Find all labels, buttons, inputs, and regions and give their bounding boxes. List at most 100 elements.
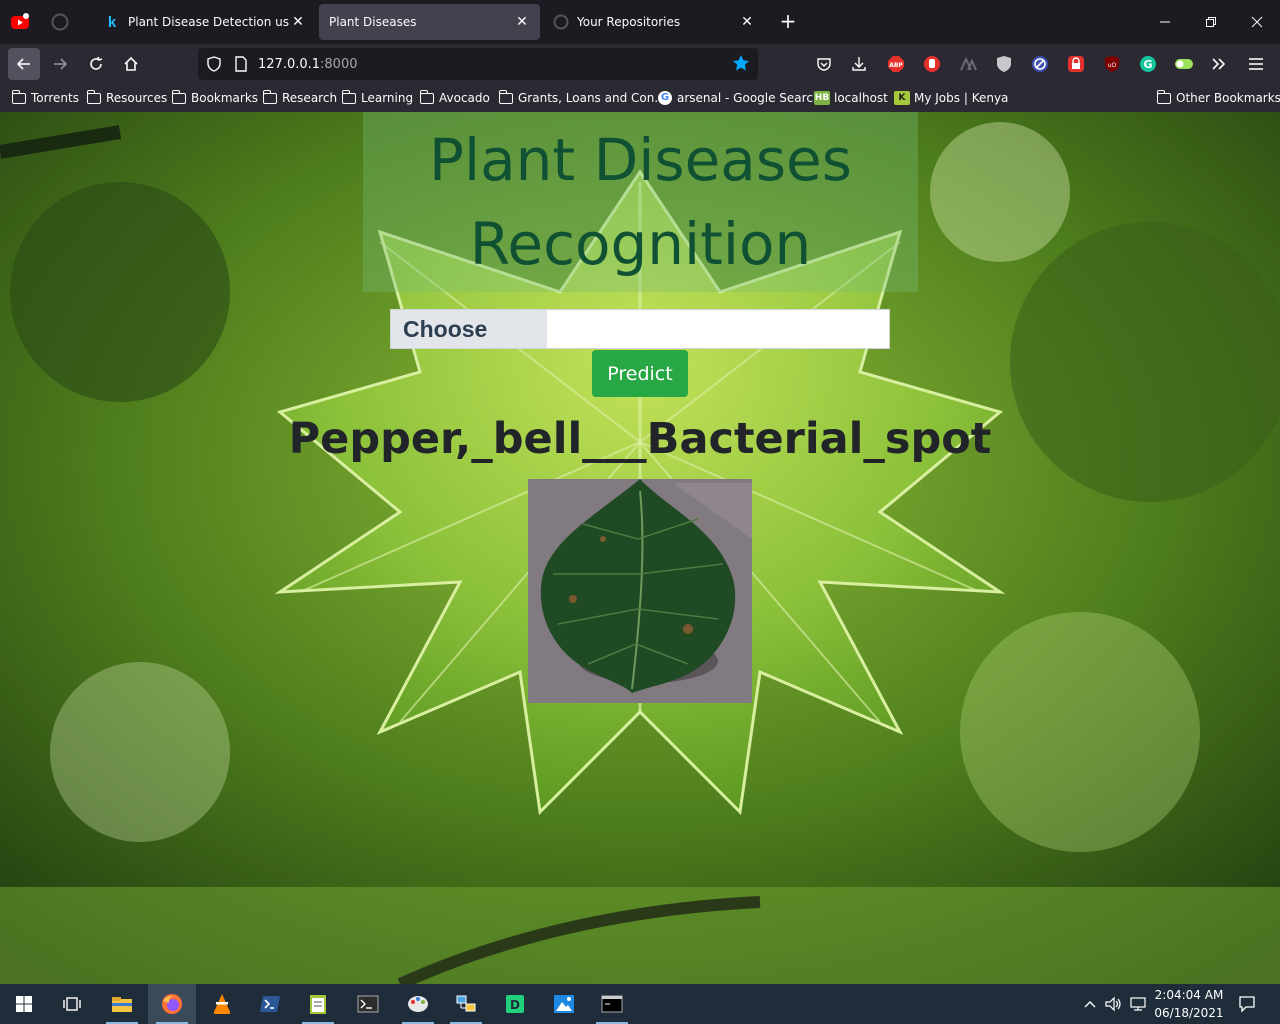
bookmark-learning[interactable]: Learning (341, 89, 413, 106)
clock-date: 06/18/2021 (1154, 1006, 1224, 1020)
firefox-button[interactable] (148, 984, 196, 1024)
tab-your-repositories[interactable]: Your Repositories ✕ (543, 4, 765, 40)
system-clock[interactable]: 2:04:04 AM 06/18/2021 (1150, 986, 1228, 1022)
command-prompt-button[interactable] (588, 984, 636, 1024)
restore-button[interactable] (1188, 10, 1234, 34)
bookmark-avocado[interactable]: Avocado (419, 89, 490, 106)
bookmark-label: Resources (106, 91, 168, 105)
bookmark-label: Bookmarks (191, 91, 259, 105)
close-icon[interactable]: ✕ (290, 14, 306, 30)
terminal-button[interactable] (344, 984, 392, 1024)
bookmark-localhost[interactable]: HB localhost (814, 90, 888, 106)
network-button[interactable] (1126, 984, 1150, 1024)
show-hidden-icons-button[interactable] (1080, 984, 1100, 1024)
forward-button[interactable] (44, 48, 76, 80)
page-icon (235, 56, 247, 72)
bookmark-star-icon[interactable] (732, 54, 750, 75)
vlc-button[interactable] (198, 984, 246, 1024)
overflow-menu-icon[interactable] (1209, 54, 1229, 74)
bookmark-torrents[interactable]: Torrents (11, 89, 79, 106)
notification-icon (1239, 996, 1255, 1013)
other-bookmarks[interactable]: Other Bookmarks (1156, 89, 1280, 106)
uploaded-leaf-image (528, 479, 752, 703)
bookmark-research[interactable]: Research (262, 89, 338, 106)
folder-icon (1156, 89, 1171, 104)
task-view-icon (63, 997, 81, 1011)
pocket-icon[interactable] (814, 54, 834, 74)
close-window-button[interactable] (1234, 10, 1280, 34)
volume-button[interactable] (1102, 984, 1124, 1024)
tab-plant-diseases[interactable]: Plant Diseases ✕ (319, 4, 540, 40)
tab-plant-disease-detection[interactable]: k Plant Disease Detection using Ke ✕ (94, 4, 316, 40)
privacy-badger-icon[interactable] (1030, 54, 1050, 74)
powershell-button[interactable] (246, 984, 294, 1024)
back-button[interactable] (8, 48, 40, 80)
photos-icon (554, 995, 574, 1013)
restore-icon (1206, 17, 1216, 27)
brave-shield-icon[interactable] (994, 54, 1014, 74)
bookmark-label: Research (282, 91, 338, 105)
file-name-field[interactable] (547, 310, 889, 348)
hand-stop-icon[interactable] (922, 54, 942, 74)
file-explorer-button[interactable] (98, 984, 146, 1024)
notepad-icon (310, 995, 326, 1014)
editor-button[interactable] (294, 984, 342, 1024)
bookmark-arsenal-search[interactable]: Garsenal - Google Search (658, 90, 821, 106)
tab-label: Plant Diseases (329, 15, 417, 29)
extension-a-icon[interactable] (958, 54, 978, 74)
close-icon (1251, 16, 1263, 28)
hamburger-menu-icon[interactable] (1246, 54, 1266, 74)
folder-icon (498, 89, 513, 104)
pinned-tab-github[interactable] (42, 4, 78, 40)
file-upload-field[interactable]: Choose (390, 309, 890, 349)
lock-icon[interactable] (1066, 54, 1086, 74)
close-icon[interactable]: ✕ (514, 14, 530, 30)
bookmark-grants[interactable]: Grants, Loans and Con... (498, 89, 666, 106)
download-icon[interactable] (849, 54, 869, 74)
tab-label: Plant Disease Detection using Ke (128, 15, 290, 29)
folder-icon (11, 89, 26, 104)
ublock-origin-icon[interactable]: uO (1102, 54, 1122, 74)
page-content: Plant Diseases Recognition Choose Predic… (0, 112, 1280, 984)
plus-icon: + (779, 9, 797, 33)
photos-button[interactable] (540, 984, 588, 1024)
grammarly-label: G (1143, 58, 1152, 71)
windows-logo-icon (16, 996, 32, 1012)
url-bar[interactable]: 127.0.0.1:8000 (198, 48, 758, 80)
choose-file-button[interactable]: Choose (391, 310, 547, 348)
network-computers-icon (456, 995, 476, 1012)
minimize-button[interactable] (1142, 10, 1188, 34)
folder-icon (341, 89, 356, 104)
android-studio-button[interactable]: D (491, 984, 539, 1024)
grammarly-icon[interactable]: G (1138, 54, 1158, 74)
pinned-tab-youtube[interactable] (2, 4, 38, 40)
bookmark-label: Other Bookmarks (1176, 91, 1280, 105)
firefox-icon (162, 994, 182, 1014)
app-d-icon: D (506, 995, 524, 1013)
adblock-plus-label: ABP (889, 62, 903, 69)
notifications-button[interactable] (1230, 984, 1264, 1024)
extension-toggle-icon[interactable] (1174, 54, 1194, 74)
navigation-toolbar: 127.0.0.1:8000 ABP uO G (0, 44, 1280, 84)
bookmark-label: Torrents (31, 91, 79, 105)
predict-button[interactable]: Predict (592, 350, 688, 397)
bookmark-resources[interactable]: Resources (86, 89, 168, 106)
bookmark-bookmarks[interactable]: Bookmarks (171, 89, 259, 106)
start-button[interactable] (0, 984, 48, 1024)
folder-icon (262, 89, 277, 104)
paint-button[interactable] (394, 984, 442, 1024)
network-app-button[interactable] (442, 984, 490, 1024)
url-text: 127.0.0.1:8000 (258, 57, 358, 72)
new-tab-button[interactable]: + (776, 10, 800, 34)
task-view-button[interactable] (48, 984, 96, 1024)
reload-button[interactable] (80, 48, 112, 80)
home-button[interactable] (115, 48, 147, 80)
tab-label: Your Repositories (577, 15, 681, 29)
shield-icon (207, 56, 221, 72)
close-icon[interactable]: ✕ (739, 14, 755, 30)
adblock-plus-icon[interactable]: ABP (886, 54, 906, 74)
bookmark-my-jobs-kenya[interactable]: K My Jobs | Kenya (894, 90, 1008, 106)
tab-strip: k Plant Disease Detection using Ke ✕ Pla… (0, 0, 1280, 44)
url-port: :8000 (320, 56, 358, 72)
page-title: Plant Diseases Recognition (429, 126, 852, 278)
